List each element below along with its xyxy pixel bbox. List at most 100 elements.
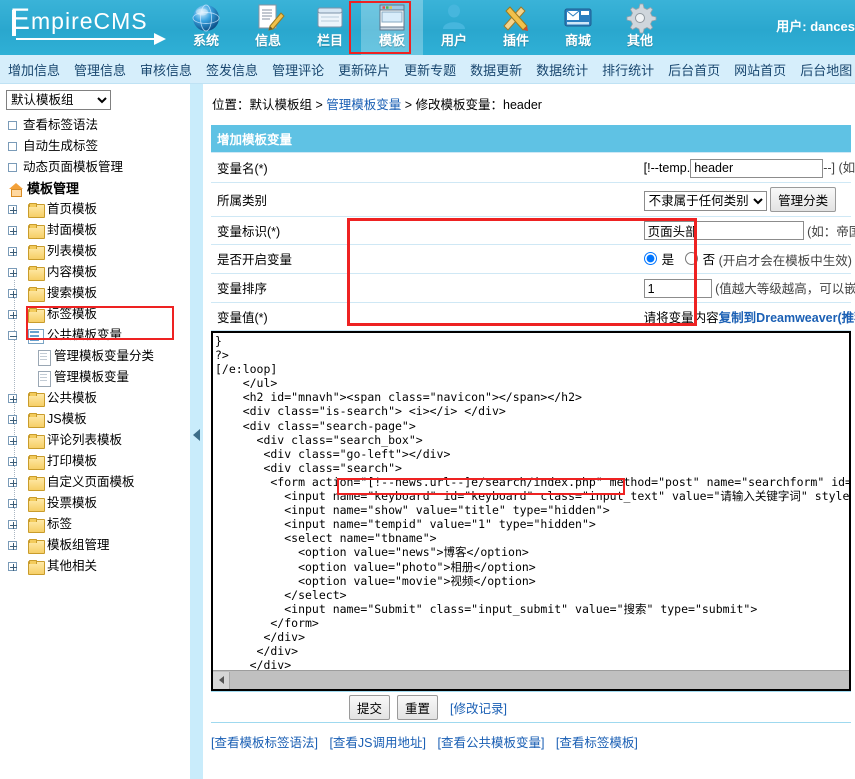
sidebar-item-homepage-template[interactable]: 首页模板 (4, 199, 190, 220)
expand-plus-icon[interactable] (8, 247, 17, 256)
expand-plus-icon[interactable] (8, 226, 17, 235)
category-select[interactable]: 不隶属于任何类别 (644, 191, 767, 211)
sidebar-item-print-template[interactable]: 打印模板 (4, 451, 190, 472)
nav-item-template[interactable]: 模板 (361, 0, 423, 55)
nav-item-shop[interactable]: 商城 (547, 0, 609, 55)
expand-plus-icon[interactable] (8, 436, 17, 445)
expand-plus-icon[interactable] (8, 499, 17, 508)
footer-link-tag-template[interactable]: [查看标签模板] (556, 736, 638, 750)
breadcrumb-link-manage-template-variable[interactable]: 管理模板变量 (326, 98, 401, 112)
expand-plus-icon[interactable] (8, 562, 17, 571)
sidebar-item-js-template[interactable]: JS模板 (4, 409, 190, 430)
expand-plus-icon[interactable] (8, 289, 17, 298)
footer-link-js-url[interactable]: [查看JS调用地址] (329, 736, 426, 750)
sidebar-item-search-template[interactable]: 搜索模板 (4, 283, 190, 304)
nav-item-other[interactable]: 其他 (609, 0, 671, 55)
sidebar-item-public-template-variable[interactable]: 公共模板变量 (4, 325, 190, 346)
folder-icon (28, 413, 43, 426)
expand-plus-icon[interactable] (8, 205, 17, 214)
expand-plus-icon[interactable] (8, 457, 17, 466)
sidebar-item-comment-list-template[interactable]: 评论列表模板 (4, 430, 190, 451)
sidebar-item-template-group-management[interactable]: 模板组管理 (4, 535, 190, 556)
nav-item-plugin[interactable]: 插件 (485, 0, 547, 55)
subnav-item-10[interactable]: 后台首页 (668, 60, 720, 79)
cell-mark: (如：帝国CMS) (638, 216, 851, 244)
blue-document-icon (28, 329, 43, 342)
footer-link-public-variable[interactable]: [查看公共模板变量] (437, 736, 544, 750)
expand-plus-icon[interactable] (8, 541, 17, 550)
subnav-item-2[interactable]: 审核信息 (140, 60, 192, 79)
subnav-item-1[interactable]: 管理信息 (74, 60, 126, 79)
subnav-item-8[interactable]: 数据统计 (536, 60, 588, 79)
expand-plus-icon[interactable] (8, 415, 17, 424)
subnav-item-11[interactable]: 网站首页 (734, 60, 786, 79)
horizontal-scrollbar[interactable] (213, 670, 849, 689)
sidebar-item-tag-template[interactable]: 标签模板 (4, 304, 190, 325)
sidebar-item-list-template[interactable]: 列表模板 (4, 241, 190, 262)
subnav-item-12[interactable]: 后台地图 (800, 60, 852, 79)
enable-no-wrap[interactable]: 否 (685, 249, 716, 268)
sidebar-item-label: 搜索模板 (47, 283, 97, 304)
sidebar-item-public-template[interactable]: 公共模板 (4, 388, 190, 409)
mark-hint: (如：帝国CMS) (807, 225, 855, 239)
variable-value-textarea[interactable]: } ?> [/e:loop] </ul> <h2 id="mnavh"><spa… (213, 333, 849, 671)
sidebar-root-template-management[interactable]: 模板管理 (4, 178, 190, 199)
sidebar-item-label: 标签 (47, 514, 72, 535)
value-hint-link-dreamweaver[interactable]: 复制到Dreamweaver(推荐) (719, 311, 855, 325)
logo-arrow (16, 38, 156, 40)
subnav-item-5[interactable]: 更新碎片 (338, 60, 390, 79)
enable-no-radio[interactable] (685, 252, 698, 265)
page-body: 默认模板组 查看标签语法 自动生成标签 动态页面模板管理 模板管理 首页模板 (0, 84, 855, 779)
footer-link-tag-syntax[interactable]: [查看模板标签语法] (211, 736, 318, 750)
enable-yes-wrap[interactable]: 是 (644, 249, 675, 268)
expand-plus-icon[interactable] (8, 478, 17, 487)
enable-yes-radio[interactable] (644, 252, 657, 265)
expand-plus-icon[interactable] (8, 394, 17, 403)
breadcrumb-prefix: 位置：默认模板组 > (212, 98, 326, 112)
submit-button[interactable]: 提交 (349, 695, 390, 720)
manage-category-button[interactable]: 管理分类 (770, 187, 836, 212)
subnav-item-3[interactable]: 签发信息 (206, 60, 258, 79)
sidebar-link-view-tag-syntax[interactable]: 查看标签语法 (4, 115, 190, 136)
file-icon (38, 350, 50, 364)
main-nav: 系统 信息 栏目 (175, 0, 671, 55)
varname-input[interactable] (690, 159, 823, 178)
mark-input[interactable] (644, 221, 804, 240)
subnav-item-0[interactable]: 增加信息 (8, 60, 60, 79)
scroll-left-arrow-icon[interactable] (213, 672, 230, 689)
nav-item-user[interactable]: 用户 (423, 0, 485, 55)
sidebar-item-manage-variable-category[interactable]: 管理模板变量分类 (4, 346, 190, 367)
sidebar-link-auto-generate-tag[interactable]: 自动生成标签 (4, 136, 190, 157)
sidebar-collapse-handle[interactable] (190, 84, 203, 779)
folder-icon (28, 308, 43, 321)
form-row-order: 变量排序 (值越大等级越高，可以嵌入更低等级的变量) (211, 273, 851, 303)
order-input[interactable] (644, 279, 712, 298)
expand-plus-icon[interactable] (8, 268, 17, 277)
modification-record-link[interactable]: [修改记录] (450, 698, 507, 717)
nav-item-system[interactable]: 系统 (175, 0, 237, 55)
subnav-item-9[interactable]: 排行统计 (602, 60, 654, 79)
sidebar-link-label-1: 自动生成标签 (23, 136, 98, 157)
sidebar-item-custom-page-template[interactable]: 自定义页面模板 (4, 472, 190, 493)
code-editor-wrapper: } ?> [/e:loop] </ul> <h2 id="mnavh"><spa… (211, 331, 851, 691)
subnav-item-4[interactable]: 管理评论 (272, 60, 324, 79)
sidebar-item-cover-template[interactable]: 封面模板 (4, 220, 190, 241)
sidebar-item-other-related[interactable]: 其他相关 (4, 556, 190, 577)
sidebar-item-content-template[interactable]: 内容模板 (4, 262, 190, 283)
nav-item-info[interactable]: 信息 (237, 0, 299, 55)
subnav-item-7[interactable]: 数据更新 (470, 60, 522, 79)
nav-item-column[interactable]: 栏目 (299, 0, 361, 55)
expand-plus-icon[interactable] (8, 520, 17, 529)
person-icon (437, 2, 471, 34)
subnav-item-6[interactable]: 更新专题 (404, 60, 456, 79)
template-group-select[interactable]: 默认模板组 (6, 90, 111, 110)
sidebar-link-label-0: 查看标签语法 (23, 115, 98, 136)
reset-button[interactable]: 重置 (397, 695, 438, 720)
sidebar-link-dynamic-page-template[interactable]: 动态页面模板管理 (4, 157, 190, 178)
expand-plus-icon[interactable] (8, 310, 17, 319)
sidebar-item-manage-template-variable[interactable]: 管理模板变量 (4, 367, 190, 388)
sidebar-item-vote-template[interactable]: 投票模板 (4, 493, 190, 514)
sidebar-item-tag[interactable]: 标签 (4, 514, 190, 535)
collapse-minus-icon[interactable] (8, 331, 17, 340)
form-row-enable: 是否开启变量 是 否 (开启才会在模板中生效) (211, 244, 851, 273)
